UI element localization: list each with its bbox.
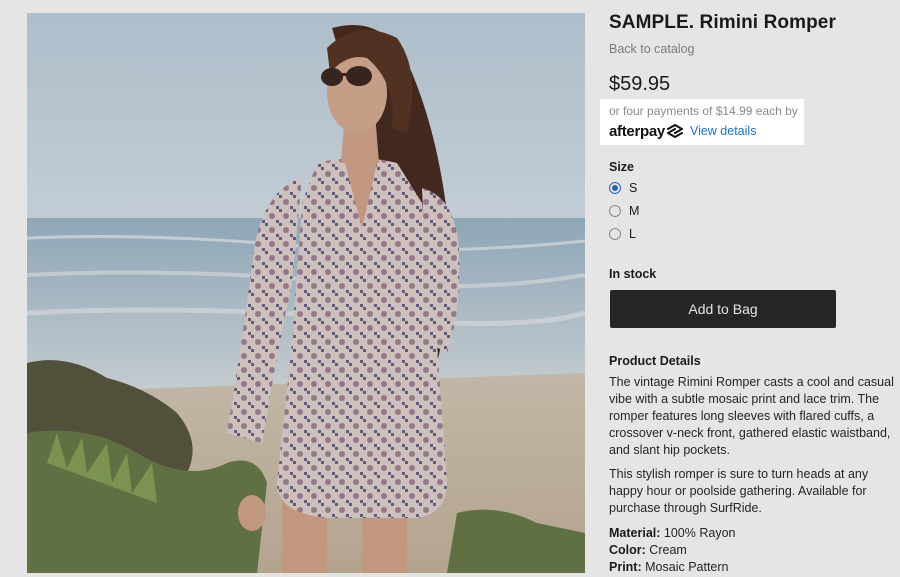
stock-status: In stock: [609, 267, 657, 281]
add-to-bag-button[interactable]: Add to Bag: [610, 290, 836, 328]
spec-color: Color: Cream: [609, 543, 687, 557]
product-description-1: The vintage Rimini Romper casts a cool a…: [609, 375, 894, 457]
spec-material: Material: 100% Rayon: [609, 526, 735, 540]
size-label: Size: [609, 160, 635, 174]
size-m-radio[interactable]: [609, 205, 621, 217]
size-option-m[interactable]: M: [609, 202, 639, 220]
spec-material-value: 100% Rayon: [663, 526, 736, 540]
spec-color-key: Color:: [609, 543, 646, 557]
size-s-radio[interactable]: [609, 182, 621, 194]
size-m-label: M: [629, 204, 640, 218]
afterpay-arrows-icon: [666, 124, 683, 138]
size-option-s[interactable]: S: [609, 179, 637, 197]
product-image: [27, 13, 585, 573]
product-title: SAMPLE. Rimini Romper: [609, 12, 836, 33]
product-page: SAMPLE. Rimini Romper Back to catalog $5…: [0, 0, 900, 577]
view-details-link[interactable]: View details: [690, 124, 756, 138]
spec-print-key: Print:: [609, 560, 642, 574]
spec-print-value: Mosaic Pattern: [645, 560, 729, 574]
spec-print: Print: Mosaic Pattern: [609, 560, 729, 574]
product-description-2: This stylish romper is sure to turn head…: [609, 467, 869, 515]
spec-color-value: Cream: [649, 543, 687, 557]
back-to-catalog-link[interactable]: Back to catalog: [609, 42, 694, 56]
afterpay-logo: afterpay: [609, 123, 684, 140]
afterpay-installment-text: or four payments of $14.99 each by: [609, 104, 798, 118]
spec-material-key: Material:: [609, 526, 661, 540]
size-option-l[interactable]: L: [609, 225, 636, 243]
size-l-label: L: [629, 227, 636, 241]
afterpay-widget: or four payments of $14.99 each by after…: [600, 99, 804, 145]
size-l-radio[interactable]: [609, 228, 621, 240]
size-s-label: S: [629, 181, 638, 195]
product-details-heading: Product Details: [609, 354, 701, 368]
afterpay-row: afterpay View details: [609, 122, 804, 140]
product-photo-illustration: [27, 13, 585, 573]
product-price: $59.95: [609, 73, 671, 95]
afterpay-logo-text: afterpay: [609, 122, 665, 140]
